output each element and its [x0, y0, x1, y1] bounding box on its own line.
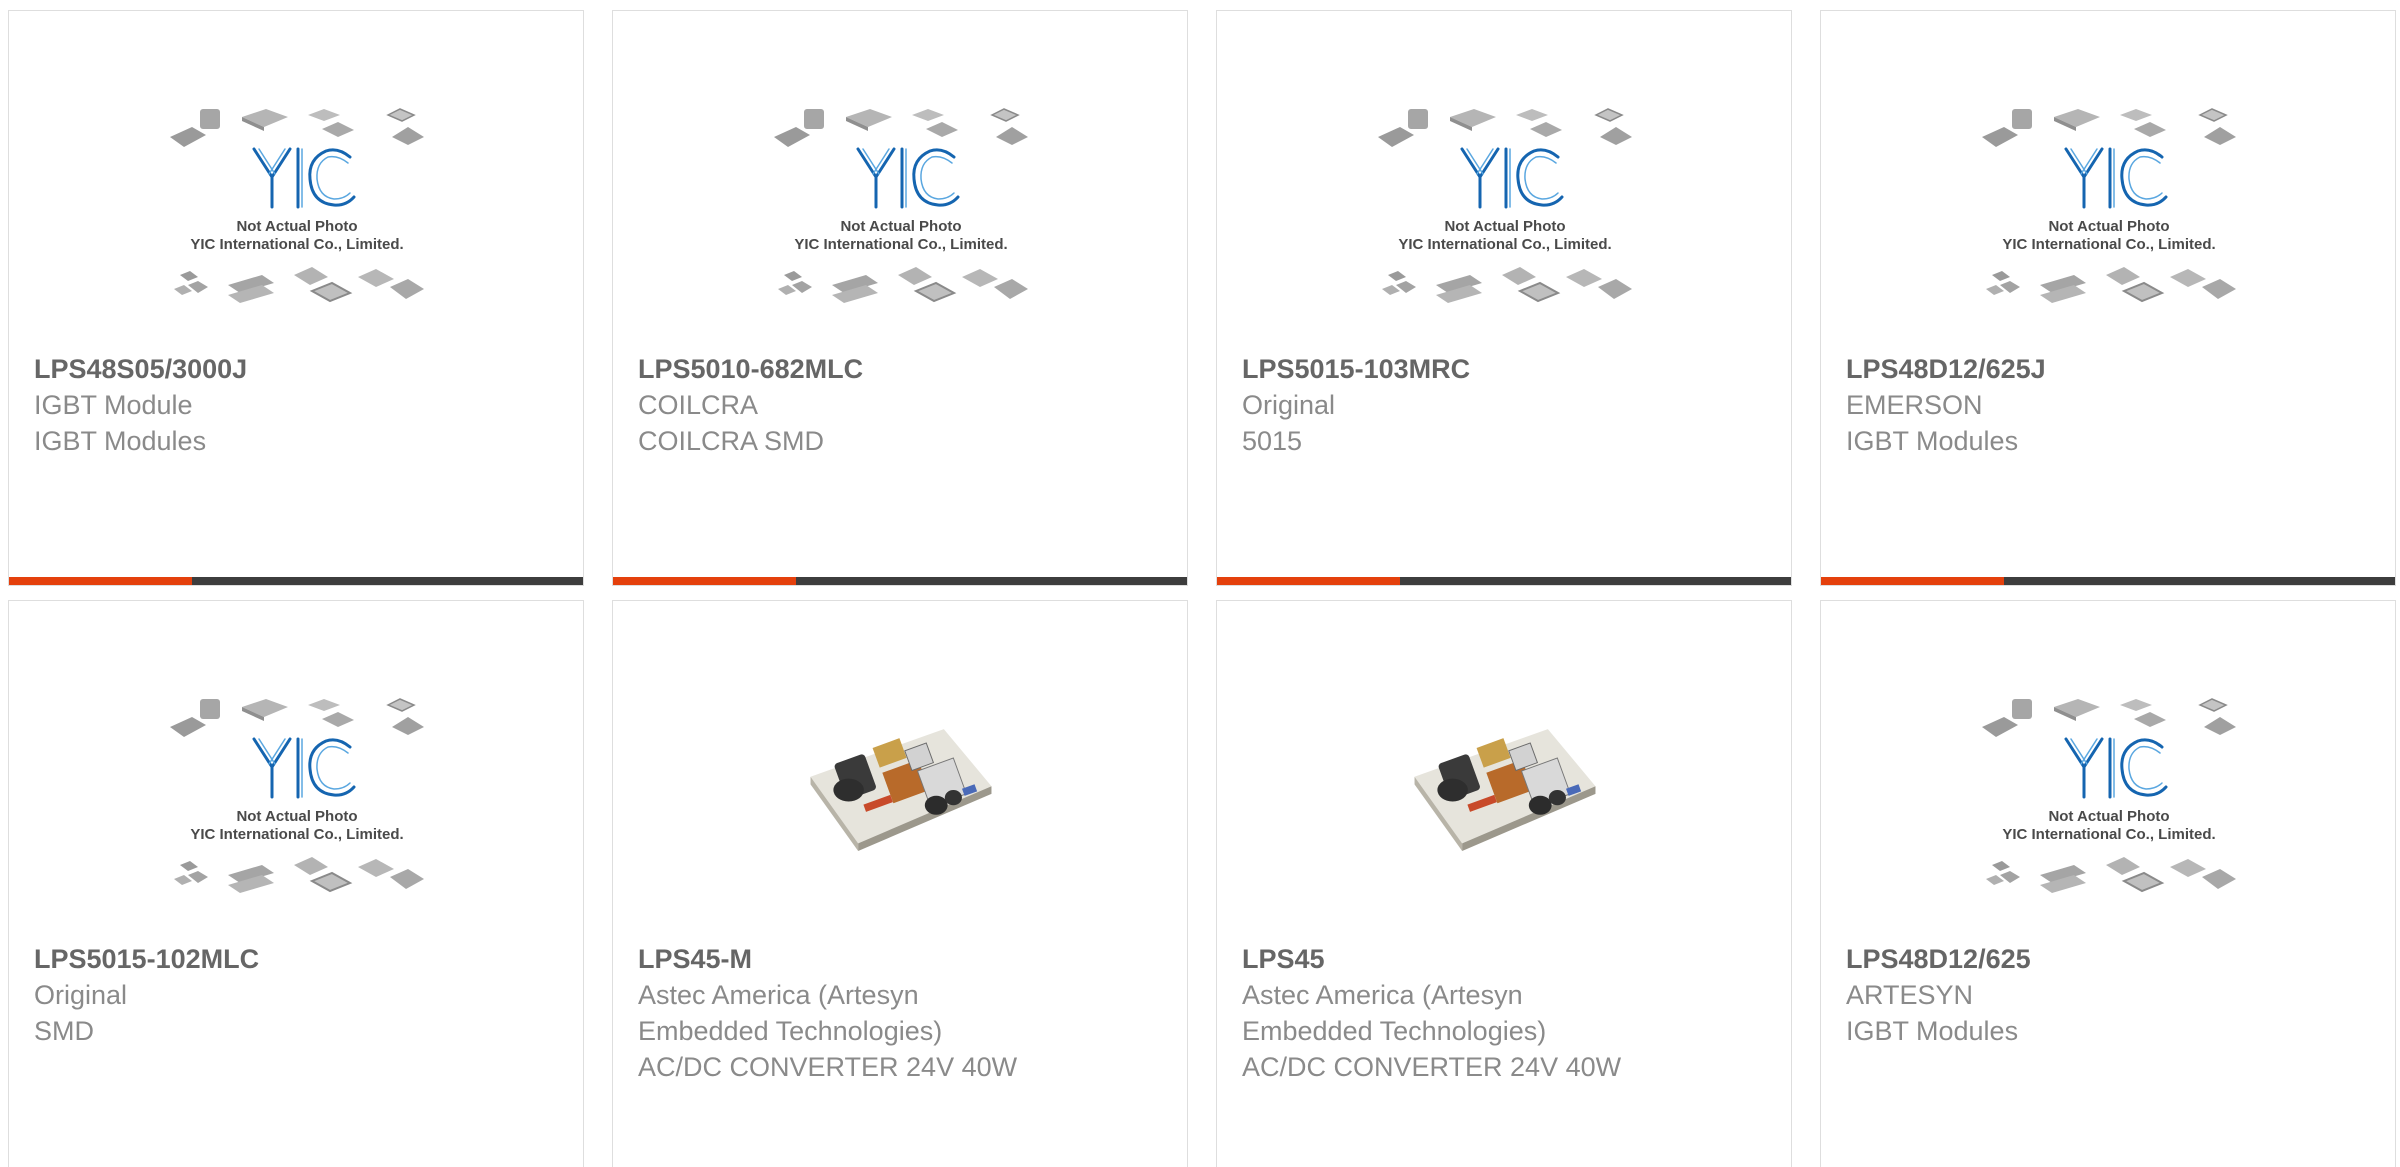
- manufacturer: IGBT Module: [34, 390, 193, 420]
- part-number[interactable]: LPS5010-682MLC: [638, 351, 1167, 387]
- product-card[interactable]: LPS5010-682MLC COILCRA COILCRA SMD: [612, 10, 1188, 586]
- part-number[interactable]: LPS5015-102MLC: [34, 941, 563, 977]
- product-image[interactable]: [1217, 681, 1791, 901]
- manufacturer: ARTESYN: [1846, 980, 1974, 1010]
- product-image[interactable]: [613, 91, 1187, 311]
- product-image[interactable]: [9, 91, 583, 311]
- card-bottom-bar: [613, 577, 1187, 585]
- product-image[interactable]: [1217, 91, 1791, 311]
- product-grid: LPS48S05/3000J IGBT Module IGBT Modules …: [0, 0, 2400, 1167]
- card-accent-bar: [1821, 577, 2004, 585]
- description: IGBT Modules: [1846, 426, 2019, 456]
- description: COILCRA SMD: [638, 426, 825, 456]
- product-image[interactable]: [9, 681, 583, 901]
- power-supply-photo: [810, 728, 992, 852]
- product-card[interactable]: LPS5015-102MLC Original SMD: [8, 600, 584, 1167]
- product-image[interactable]: [1821, 681, 2395, 901]
- not-actual-photo-placeholder: [1376, 107, 1634, 304]
- part-number[interactable]: LPS45: [1242, 941, 1771, 977]
- manufacturer: Original: [1242, 390, 1336, 420]
- card-accent-bar: [613, 577, 796, 585]
- not-actual-photo-placeholder: [168, 107, 426, 304]
- description: SMD: [34, 1016, 94, 1046]
- product-card[interactable]: LPS48D12/625 ARTESYN IGBT Modules: [1820, 600, 2396, 1167]
- manufacturer: EMERSON: [1846, 390, 1983, 420]
- manufacturer: Original: [34, 980, 128, 1010]
- part-number[interactable]: LPS48S05/3000J: [34, 351, 563, 387]
- part-number[interactable]: LPS48D12/625: [1846, 941, 2375, 977]
- power-supply-photo: [1414, 728, 1596, 852]
- description: AC/DC CONVERTER 24V 40W: [638, 1052, 1018, 1082]
- description: IGBT Modules: [34, 426, 207, 456]
- manufacturer: COILCRA: [638, 390, 759, 420]
- product-card[interactable]: LPS5015-103MRC Original 5015: [1216, 10, 1792, 586]
- part-number[interactable]: LPS48D12/625J: [1846, 351, 2375, 387]
- product-card[interactable]: LPS45-M Astec America (Artesyn Embedded …: [612, 600, 1188, 1167]
- product-image[interactable]: [613, 681, 1187, 901]
- part-number[interactable]: LPS5015-103MRC: [1242, 351, 1771, 387]
- card-accent-bar: [1217, 577, 1400, 585]
- product-card[interactable]: LPS48S05/3000J IGBT Module IGBT Modules: [8, 10, 584, 586]
- card-bottom-bar: [1217, 577, 1791, 585]
- description: AC/DC CONVERTER 24V 40W: [1242, 1052, 1622, 1082]
- manufacturer-line-2: Embedded Technologies): [1242, 1016, 1547, 1046]
- card-bottom-bar: [9, 577, 583, 585]
- card-bottom-bar: [1821, 577, 2395, 585]
- not-actual-photo-placeholder: [772, 107, 1030, 304]
- product-card[interactable]: LPS45 Astec America (Artesyn Embedded Te…: [1216, 600, 1792, 1167]
- description: IGBT Modules: [1846, 1016, 2019, 1046]
- not-actual-photo-placeholder: [168, 697, 426, 894]
- not-actual-photo-placeholder: [1980, 697, 2238, 894]
- not-actual-photo-placeholder: [1980, 107, 2238, 304]
- description: 5015: [1242, 426, 1303, 456]
- part-number[interactable]: LPS45-M: [638, 941, 1167, 977]
- card-accent-bar: [9, 577, 192, 585]
- manufacturer-line-1: Astec America (Artesyn: [638, 980, 919, 1010]
- manufacturer-line-2: Embedded Technologies): [638, 1016, 943, 1046]
- manufacturer-line-1: Astec America (Artesyn: [1242, 980, 1523, 1010]
- product-image[interactable]: [1821, 91, 2395, 311]
- product-card[interactable]: LPS48D12/625J EMERSON IGBT Modules: [1820, 10, 2396, 586]
